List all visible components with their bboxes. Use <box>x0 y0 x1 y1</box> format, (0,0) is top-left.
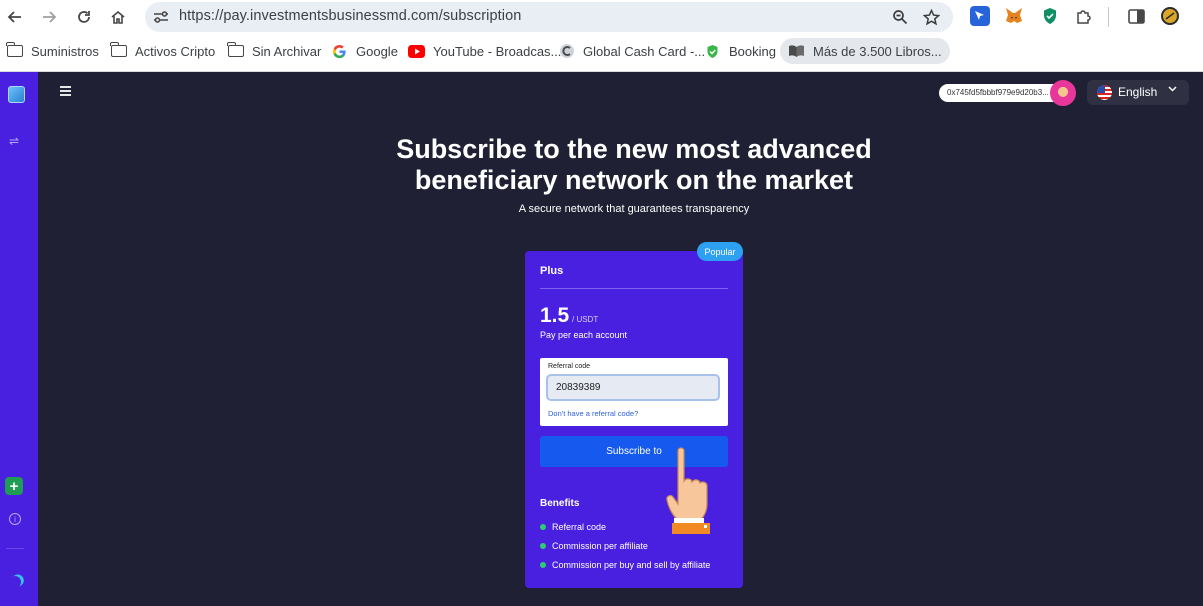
global-cash-icon <box>558 43 575 60</box>
check-dot-icon <box>540 562 546 568</box>
referral-code-input[interactable] <box>546 374 720 401</box>
bookmark-label: Activos Cripto <box>135 43 216 59</box>
benefit-item: Commission per buy and sell by affiliate <box>540 560 710 570</box>
folder-icon <box>109 42 127 60</box>
benefits-title: Benefits <box>540 498 580 509</box>
bookmark-booking[interactable]: Booking <box>704 38 776 64</box>
bookmark-label: Sin Archivar <box>252 43 322 59</box>
chevron-down-icon <box>1167 83 1178 97</box>
bookmark-sin-archivar[interactable]: Sin Archivar <box>226 38 322 64</box>
page-subtitle: A secure network that guarantees transpa… <box>518 203 750 215</box>
home-icon <box>111 10 125 24</box>
back-button[interactable] <box>3 5 27 29</box>
no-referral-link[interactable]: Don't have a referral code? <box>548 409 638 418</box>
arrow-right-icon <box>43 11 57 23</box>
benefit-label: Referral code <box>552 522 607 532</box>
folder-icon <box>5 42 23 60</box>
zoom-icon[interactable] <box>890 7 910 27</box>
bookmark-global-cash-card[interactable]: Global Cash Card -... <box>558 38 705 64</box>
bookmarks-bar: Suministros Activos Cripto Sin Archivar … <box>0 38 1203 66</box>
bookmark-label: Google <box>356 43 398 59</box>
plan-divider <box>540 288 728 289</box>
benefit-label: Commission per affiliate <box>552 541 648 551</box>
reload-button[interactable] <box>72 5 96 29</box>
price-unit: / USDT <box>572 315 599 324</box>
toolbar-divider <box>1108 7 1109 27</box>
app-logo-icon[interactable] <box>8 86 25 103</box>
bookmark-youtube[interactable]: YouTube - Broadcas... <box>408 38 561 64</box>
profile-avatar-icon[interactable] <box>1160 6 1180 26</box>
bookmark-suministros[interactable]: Suministros <box>5 38 99 64</box>
plan-name: Plus <box>540 265 564 277</box>
pointing-hand-icon <box>666 447 710 534</box>
arrow-left-icon <box>7 11 21 23</box>
language-select[interactable]: English <box>1087 80 1189 105</box>
dark-mode-moon-icon[interactable] <box>8 575 22 589</box>
page-title: Subscribe to the new most advanced benef… <box>396 134 872 195</box>
bookmark-google[interactable]: Google <box>331 38 398 64</box>
side-panel-icon[interactable] <box>1126 6 1146 26</box>
popular-badge: Popular <box>697 242 743 261</box>
browser-chrome: https://pay.investmentsbusinessmd.com/su… <box>0 0 1203 72</box>
shield-extension-icon[interactable] <box>1040 6 1060 26</box>
forward-button[interactable] <box>37 5 61 29</box>
bookmark-label: YouTube - Broadcas... <box>433 43 562 59</box>
app-sidebar: ⇌ + i <box>0 72 38 606</box>
bookmark-label: Más de 3.500 Libros... <box>813 43 942 59</box>
benefit-label: Commission per buy and sell by affiliate <box>552 560 711 570</box>
us-flag-icon <box>1097 85 1112 100</box>
bookmark-activos-cripto[interactable]: Activos Cripto <box>109 38 216 64</box>
benefit-item: Referral code <box>540 522 606 532</box>
google-icon <box>331 43 348 60</box>
language-label: English <box>1118 85 1158 99</box>
home-button[interactable] <box>106 5 130 29</box>
youtube-icon <box>408 43 425 60</box>
price-description: Pay per each account <box>540 330 628 340</box>
sidebar-divider <box>6 548 24 549</box>
address-bar[interactable]: https://pay.investmentsbusinessmd.com/su… <box>145 2 953 32</box>
site-settings-icon[interactable] <box>152 8 170 26</box>
avatar[interactable] <box>1050 80 1076 106</box>
bookmark-label: Booking <box>729 43 776 59</box>
browser-toolbar: https://pay.investmentsbusinessmd.com/su… <box>0 0 1203 34</box>
info-icon[interactable]: i <box>9 513 21 525</box>
plan-price: 1.5 <box>540 304 570 327</box>
shield-icon <box>704 43 721 60</box>
add-icon[interactable]: + <box>5 477 23 495</box>
bookmark-star-icon[interactable] <box>921 7 941 27</box>
extension-cursor-icon[interactable] <box>970 6 990 26</box>
menu-hamburger-icon[interactable] <box>60 86 71 96</box>
check-dot-icon <box>540 543 546 549</box>
extensions-puzzle-icon[interactable] <box>1074 6 1094 26</box>
bookmark-label: Suministros <box>31 43 99 59</box>
wallet-address: 0x745fd5fbbbf979e9d20b3... <box>947 88 1049 97</box>
bookmark-libros[interactable]: Más de 3.500 Libros... <box>780 38 950 64</box>
reload-icon <box>78 11 90 23</box>
swap-icon[interactable]: ⇌ <box>9 134 19 148</box>
benefit-item: Commission per affiliate <box>540 541 648 551</box>
book-icon <box>788 43 805 60</box>
url-text[interactable]: https://pay.investmentsbusinessmd.com/su… <box>179 8 521 24</box>
bookmark-label: Global Cash Card -... <box>583 43 706 59</box>
metamask-fox-icon[interactable] <box>1004 6 1024 26</box>
check-dot-icon <box>540 524 546 530</box>
referral-label: Referral code <box>548 363 591 370</box>
folder-icon <box>226 42 244 60</box>
